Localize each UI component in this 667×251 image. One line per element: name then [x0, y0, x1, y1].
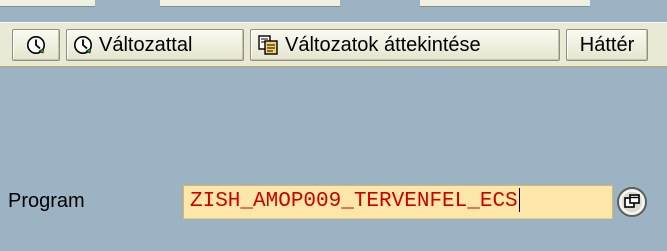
copy-pages-icon: [258, 35, 278, 55]
with-variant-label: Változattal: [99, 33, 193, 56]
execute-clock-icon: [27, 36, 45, 54]
program-input[interactable]: ZISH_AMOP009_TERVENFEL_ECS: [183, 185, 613, 219]
program-label: Program: [8, 190, 85, 212]
value-help-icon[interactable]: [616, 186, 648, 218]
title-bar-segment: [160, 0, 340, 7]
variants-overview-label: Változatok áttekintése: [285, 33, 481, 56]
background-button[interactable]: Háttér: [566, 29, 648, 61]
variants-overview-button[interactable]: Változatok áttekintése: [250, 29, 560, 61]
text-caret: [518, 188, 520, 213]
application-toolbar: Változattal Változatok áttekintése Hátté…: [0, 22, 667, 68]
title-bar-segment: [420, 0, 590, 7]
background-label: Háttér: [579, 33, 635, 56]
program-input-value: ZISH_AMOP009_TERVENFEL_ECS: [190, 190, 518, 213]
execute-clock-icon: [74, 36, 92, 54]
title-bar-segment: [0, 0, 95, 7]
execute-button[interactable]: [12, 29, 60, 61]
title-bar-remnant: [0, 0, 667, 22]
execute-with-variant-button[interactable]: Változattal: [66, 29, 244, 61]
